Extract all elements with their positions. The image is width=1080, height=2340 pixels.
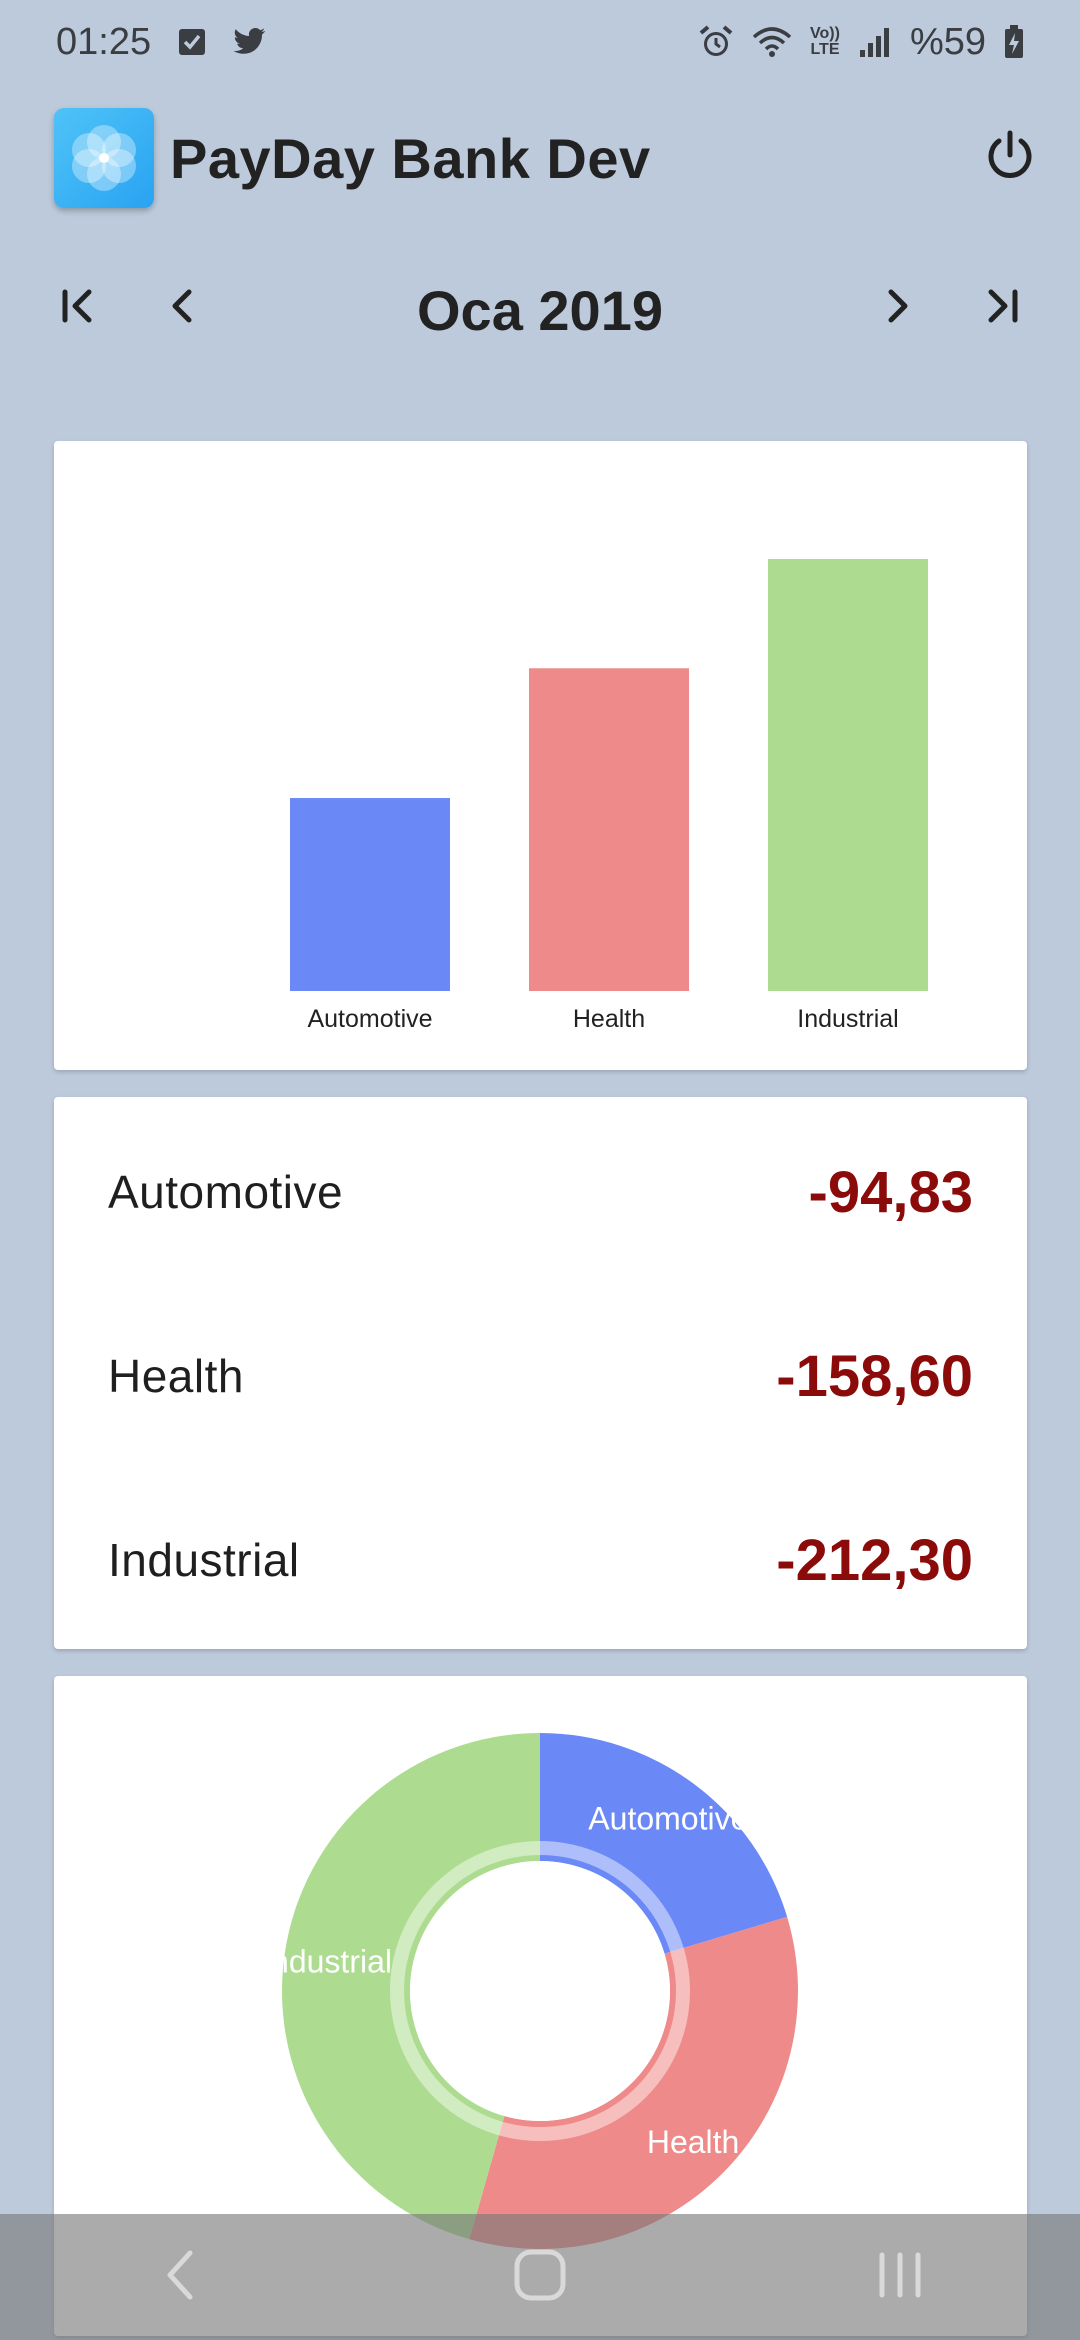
month-navigation: Oca 2019 <box>0 258 1080 358</box>
list-item[interactable]: Industrial -212,30 <box>108 1500 973 1620</box>
last-page-icon <box>979 284 1023 333</box>
slice-label: Industrial <box>262 1943 392 1979</box>
app-screen: 01:25 Vo)) LTE %59 PayDay Bank Dev Oca 2… <box>0 0 1080 2340</box>
recents-icon <box>872 2251 928 2304</box>
volte-icon: Vo)) LTE <box>810 26 840 58</box>
list-item[interactable]: Health -158,60 <box>108 1316 973 1436</box>
category-name: Automotive <box>108 1166 344 1218</box>
alarm-icon <box>698 24 734 60</box>
chevron-right-icon <box>875 284 919 333</box>
twitter-icon <box>233 27 267 57</box>
recents-button[interactable] <box>840 2227 960 2327</box>
power-icon <box>983 129 1037 188</box>
bar-tick-label: Industrial <box>797 1005 898 1033</box>
category-amount: -158,60 <box>776 1343 973 1409</box>
next-month-button[interactable] <box>862 273 932 343</box>
bar-health <box>529 668 689 991</box>
status-right: Vo)) LTE %59 <box>698 21 1024 64</box>
bar-tick-label: Health <box>573 1005 645 1033</box>
power-button[interactable] <box>974 122 1046 194</box>
battery-charging-icon <box>1004 25 1024 59</box>
status-bar: 01:25 Vo)) LTE %59 <box>0 0 1080 84</box>
volte-top-text: Vo)) <box>810 25 840 42</box>
slice-label: Automotive <box>588 1801 748 1837</box>
app-bar: PayDay Bank Dev <box>0 100 1080 216</box>
bar-chart: Automotive Health Industrial <box>290 559 928 1033</box>
home-icon <box>512 2247 568 2308</box>
back-button[interactable] <box>120 2227 240 2327</box>
battery-percent: %59 <box>909 20 986 63</box>
bar-industrial <box>768 559 928 991</box>
bar-chart-card: Automotive Health Industrial <box>54 441 1027 1070</box>
bar-tick-label: Automotive <box>307 1005 432 1033</box>
category-amount: -212,30 <box>776 1527 973 1593</box>
category-amount: -94,83 <box>808 1159 973 1225</box>
status-left: 01:25 <box>56 21 267 64</box>
home-button[interactable] <box>480 2227 600 2327</box>
slice-label: Health <box>647 2124 740 2160</box>
bar-automotive <box>290 798 450 991</box>
system-navigation-bar <box>0 2214 1080 2340</box>
category-list-card: Automotive -94,83 Health -158,60 Industr… <box>54 1097 1027 1649</box>
status-time: 01:25 <box>56 20 152 63</box>
back-chevron-icon <box>160 2249 200 2306</box>
flower-logo-icon <box>54 108 154 208</box>
wifi-icon <box>752 25 792 59</box>
checkbox-notification-icon <box>177 27 207 57</box>
category-name: Industrial <box>108 1534 300 1586</box>
list-item[interactable]: Automotive -94,83 <box>108 1132 973 1252</box>
category-name: Health <box>108 1350 244 1402</box>
app-title: PayDay Bank Dev <box>170 126 651 190</box>
donut-hole <box>410 1861 670 2121</box>
volte-bottom-text: LTE <box>810 41 840 58</box>
last-month-button[interactable] <box>966 273 1036 343</box>
signal-icon <box>858 26 892 58</box>
